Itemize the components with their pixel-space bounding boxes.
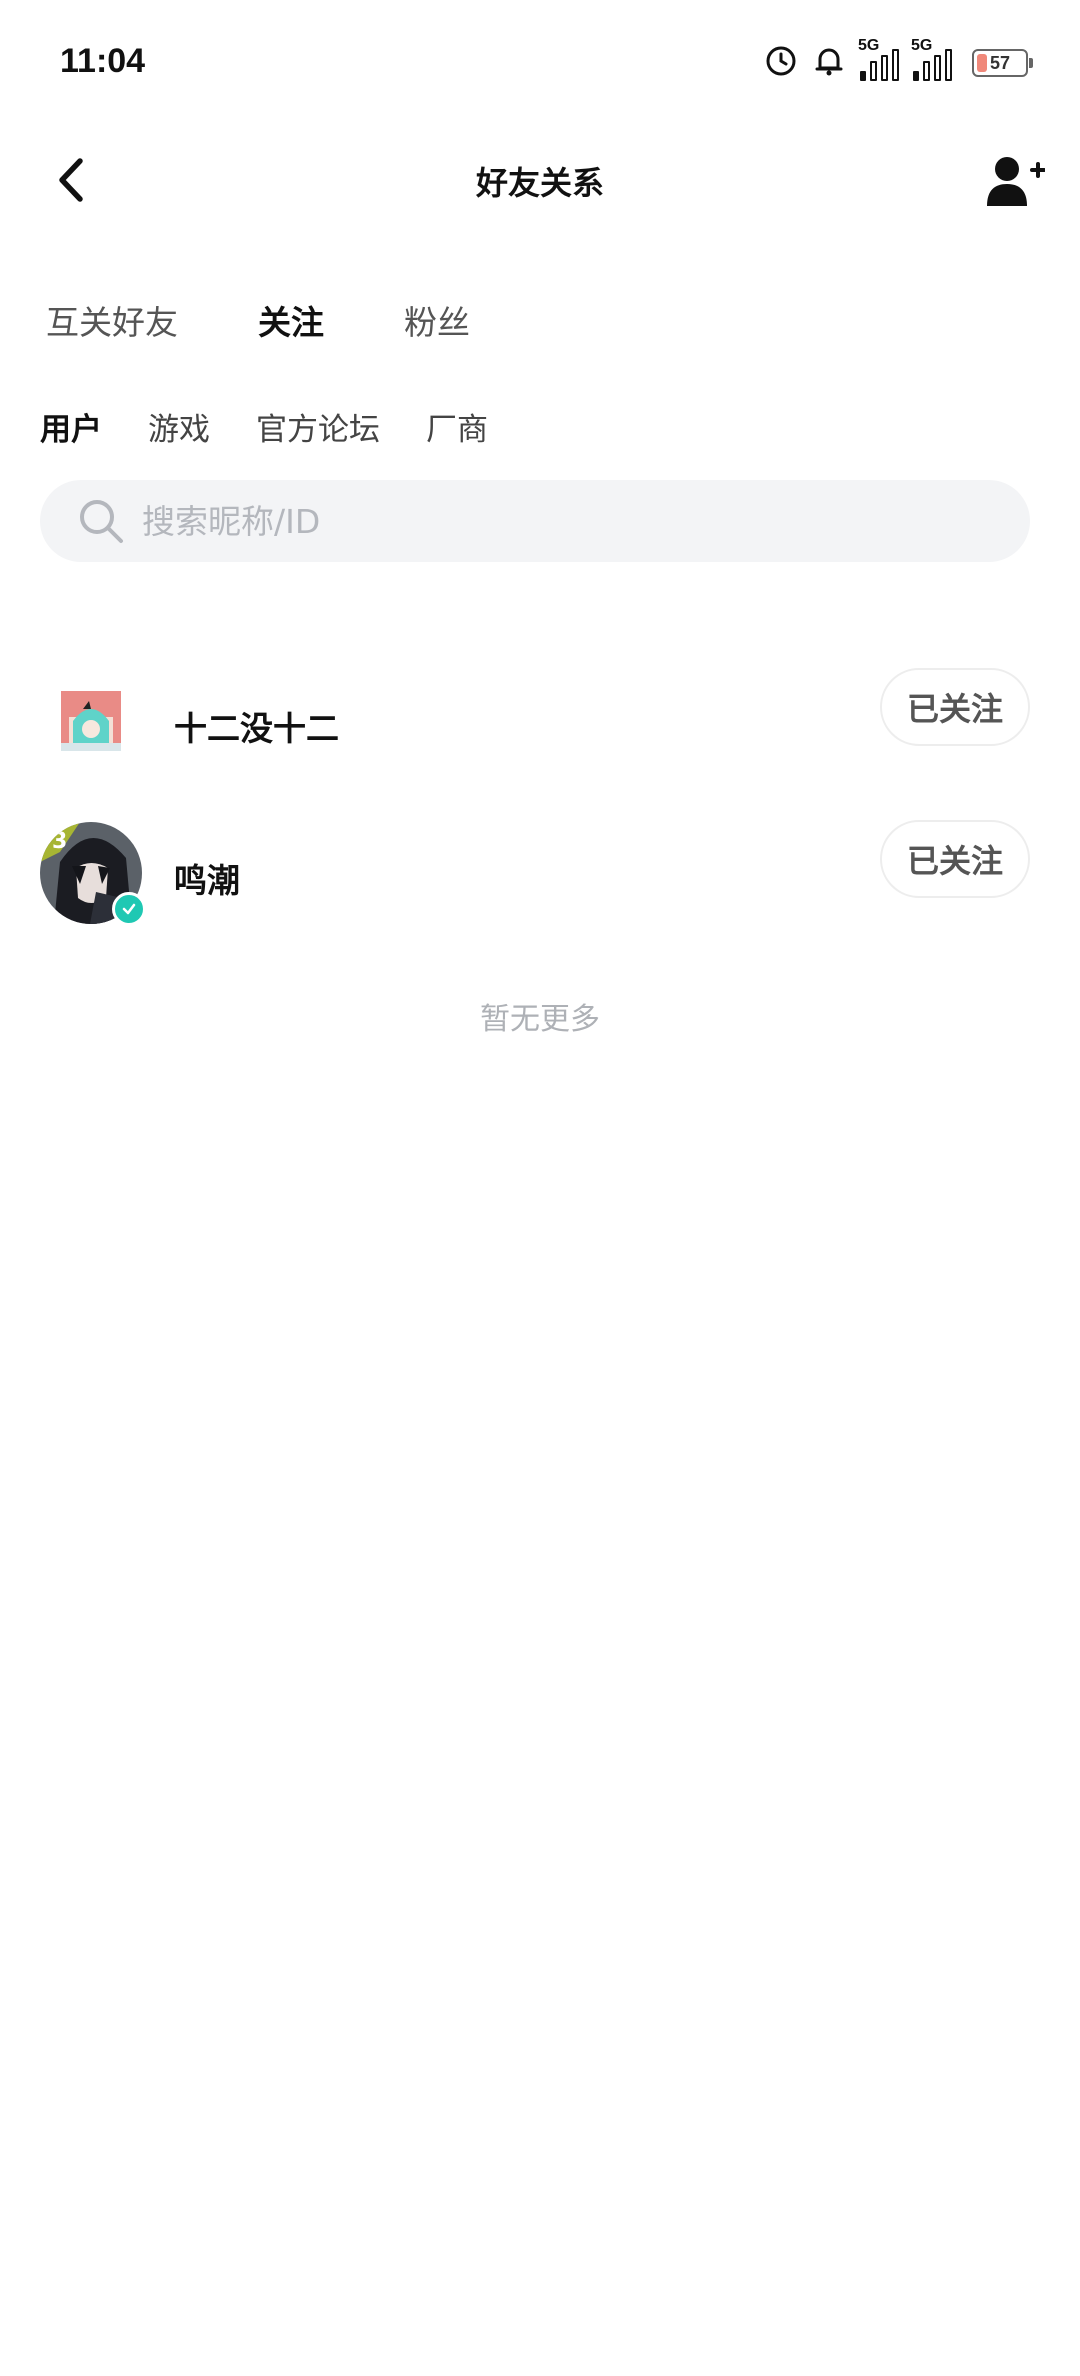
subtab-official-forum[interactable]: 官方论坛: [256, 404, 380, 449]
svg-text:3: 3: [52, 829, 67, 854]
list-item[interactable]: 3 鸣潮 已关注: [0, 780, 1080, 932]
status-icons: 5G 5G 57: [764, 37, 1033, 82]
followed-button[interactable]: 已关注: [880, 820, 1030, 898]
sub-tabs: 用户 游戏 官方论坛 厂商: [40, 404, 488, 449]
tab-following[interactable]: 关注: [258, 296, 324, 354]
tab-fans[interactable]: 粉丝: [404, 296, 470, 354]
main-tabs: 互关好友 关注 粉丝: [46, 296, 470, 354]
avatar[interactable]: 3: [40, 822, 146, 926]
signal-icon: 5G: [911, 37, 952, 81]
followed-button[interactable]: 已关注: [880, 668, 1030, 746]
header: 好友关系: [0, 128, 1080, 238]
signal-icon: 5G: [858, 37, 899, 81]
search-icon: [78, 498, 124, 544]
verified-badge-icon: [112, 892, 146, 926]
battery-icon: 57: [972, 49, 1033, 77]
user-list: 十二没十二 已关注 3 鸣潮 已关注: [0, 628, 1080, 932]
search-bar[interactable]: [40, 480, 1030, 562]
user-name: 十二没十二: [174, 709, 339, 748]
no-more-text: 暂无更多: [480, 1002, 600, 1037]
page-title: 好友关系: [475, 164, 604, 202]
subtab-vendors[interactable]: 厂商: [426, 404, 488, 449]
list-item[interactable]: 十二没十二 已关注: [0, 628, 1080, 780]
subtab-users[interactable]: 用户: [40, 404, 102, 449]
user-name: 鸣潮: [174, 861, 240, 900]
add-friend-button[interactable]: [980, 150, 1050, 214]
status-bar: 11:04 5G 5G 57: [0, 0, 1080, 128]
subtab-games[interactable]: 游戏: [148, 404, 210, 449]
search-input[interactable]: [140, 500, 1004, 542]
battery-level: 57: [989, 52, 1011, 73]
add-user-icon: [987, 157, 1045, 206]
tab-mutual-friends[interactable]: 互关好友: [46, 296, 178, 354]
status-time: 11:04: [60, 42, 146, 80]
alarm-icon: [764, 44, 798, 82]
notification-icon: [812, 44, 846, 82]
avatar[interactable]: [40, 670, 142, 772]
